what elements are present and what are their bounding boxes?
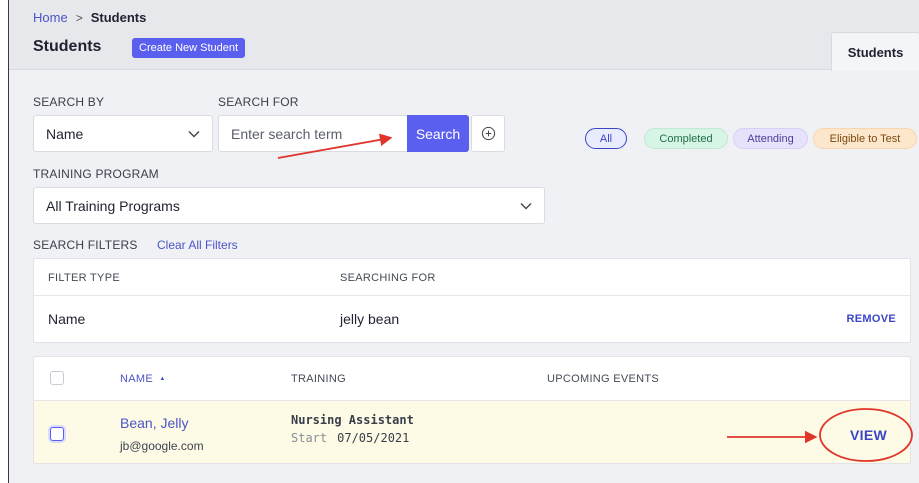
search-by-label: SEARCH BY — [33, 95, 105, 109]
filter-type-cell: Name — [48, 311, 86, 327]
filters-table-header: FILTER TYPE SEARCHING FOR — [34, 259, 910, 296]
column-header-name[interactable]: NAME ▲ — [120, 373, 166, 385]
search-for-label: SEARCH FOR — [218, 95, 299, 109]
start-label: Start — [291, 431, 328, 445]
search-by-value: Name — [46, 125, 84, 142]
view-student-link[interactable]: VIEW — [850, 427, 887, 443]
student-email: jb@google.com — [120, 439, 204, 453]
sort-ascending-icon: ▲ — [159, 376, 166, 383]
chevron-down-icon — [520, 202, 532, 209]
search-filters-label: SEARCH FILTERS — [33, 238, 138, 252]
status-filter-completed[interactable]: Completed — [644, 128, 728, 149]
breadcrumb: Home > Students — [33, 10, 146, 25]
search-filters-table: FILTER TYPE SEARCHING FOR Name jelly bea… — [33, 258, 911, 343]
remove-filter-link[interactable]: REMOVE — [847, 313, 896, 325]
create-new-student-button[interactable]: Create New Student — [132, 38, 246, 58]
breadcrumb-current: Students — [90, 10, 147, 25]
column-header-searching-for: SEARCHING FOR — [340, 272, 436, 284]
add-filter-button[interactable] — [471, 115, 505, 152]
column-header-training: TRAINING — [291, 373, 346, 385]
training-program-select[interactable]: All Training Programs — [33, 187, 545, 224]
training-name: Nursing Assistant — [291, 413, 414, 427]
column-header-filter-type: FILTER TYPE — [48, 272, 120, 284]
status-filter-attending[interactable]: Attending — [733, 128, 808, 149]
plus-circle-icon — [481, 126, 495, 141]
status-filter-all[interactable]: All — [585, 128, 627, 149]
select-all-checkbox[interactable] — [50, 371, 64, 385]
breadcrumb-separator: > — [75, 10, 83, 25]
student-name-link[interactable]: Bean, Jelly — [120, 415, 188, 431]
table-row: Bean, Jelly jb@google.com Nursing Assist… — [34, 401, 910, 463]
clear-all-filters-link[interactable]: Clear All Filters — [157, 238, 238, 252]
page-title: Students — [33, 38, 102, 55]
students-table: NAME ▲ TRAINING UPCOMING EVENTS Bean, Je… — [33, 356, 911, 464]
column-header-upcoming-events: UPCOMING EVENTS — [547, 373, 660, 385]
training-program-label: TRAINING PROGRAM — [33, 167, 159, 181]
search-by-select[interactable]: Name — [33, 115, 213, 152]
tab-students[interactable]: Students — [831, 32, 919, 71]
filter-value-cell: jelly bean — [340, 311, 400, 327]
start-date: 07/05/2021 — [337, 431, 410, 445]
search-input[interactable] — [218, 115, 408, 152]
chevron-down-icon — [188, 130, 200, 137]
page-header: Home > Students Students Create New Stud… — [9, 0, 919, 71]
breadcrumb-home-link[interactable]: Home — [33, 10, 68, 25]
search-button[interactable]: Search — [407, 115, 469, 152]
app-frame: Home > Students Students Create New Stud… — [8, 0, 919, 483]
training-start: Start 07/05/2021 — [291, 431, 409, 445]
status-filter-eligible[interactable]: Eligible to Test — [813, 128, 917, 149]
students-table-header: NAME ▲ TRAINING UPCOMING EVENTS — [34, 357, 910, 401]
column-header-name-label: NAME — [120, 373, 153, 385]
training-program-value: All Training Programs — [46, 197, 180, 214]
row-select-checkbox[interactable] — [50, 427, 64, 441]
